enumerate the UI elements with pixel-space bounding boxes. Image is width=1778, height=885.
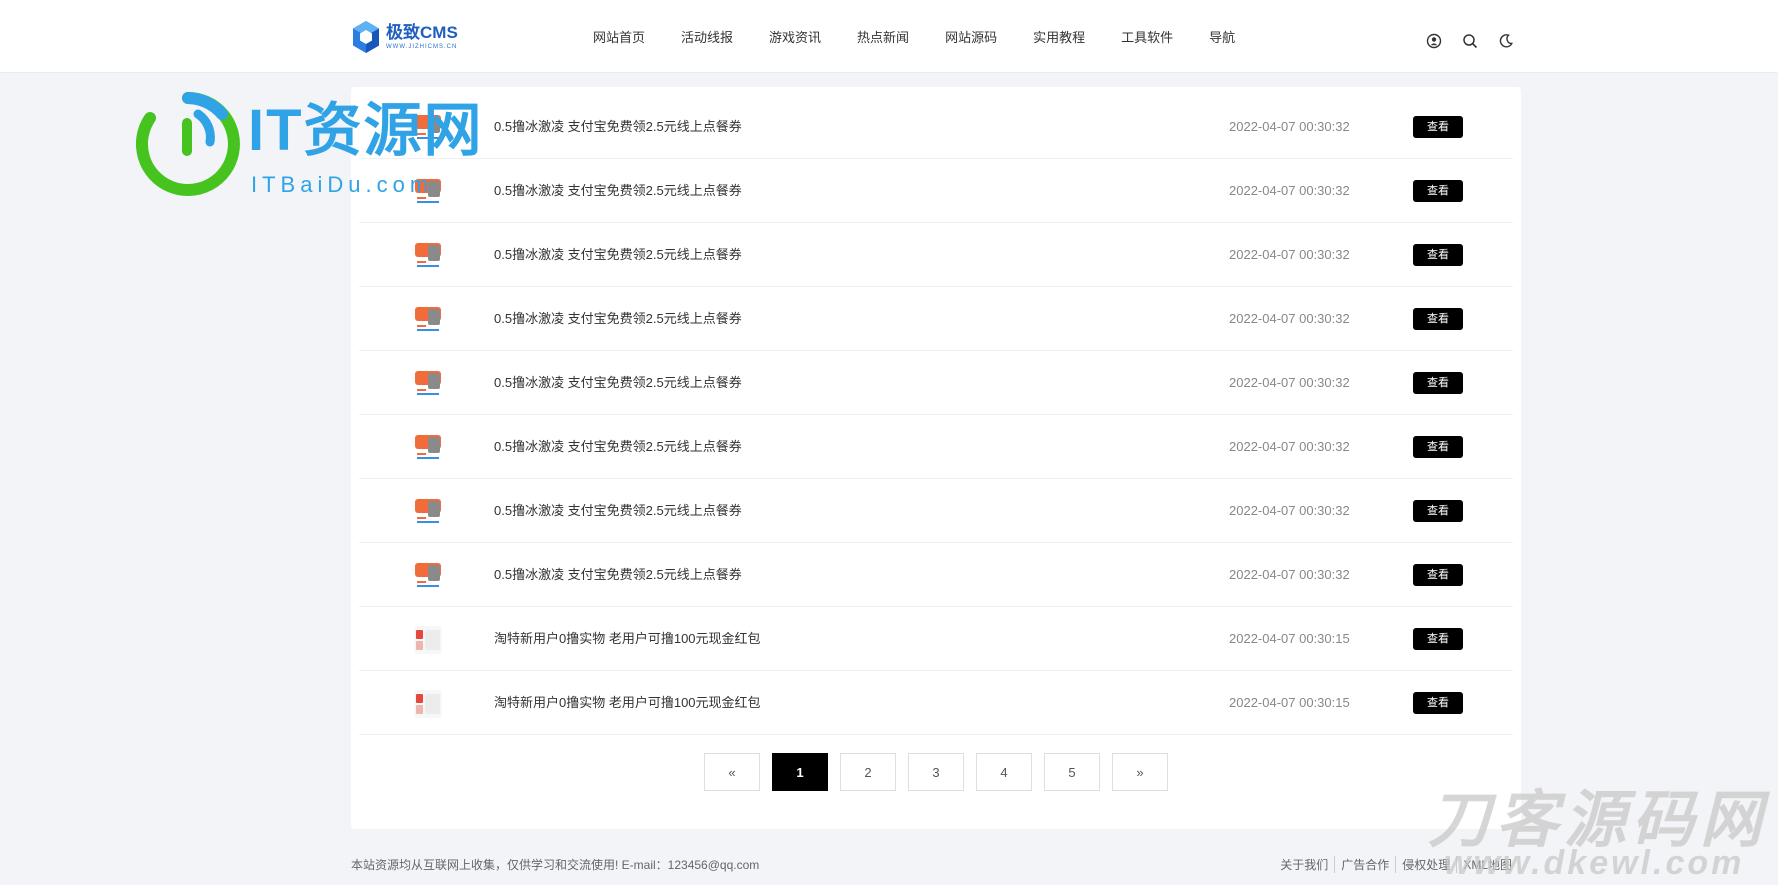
view-button[interactable]: 查看 — [1413, 372, 1463, 394]
article-thumbnail[interactable] — [414, 690, 442, 718]
article-thumbnail[interactable] — [414, 562, 442, 590]
view-button[interactable]: 查看 — [1413, 436, 1463, 458]
list-item: 0.5撸冰激凌 支付宝免费领2.5元线上点餐券 2022-04-07 00:30:… — [359, 223, 1513, 287]
article-date: 2022-04-07 00:30:32 — [1229, 119, 1350, 134]
view-button[interactable]: 查看 — [1413, 180, 1463, 202]
nav-item[interactable]: 网站源码 — [945, 27, 997, 46]
pagination-prev[interactable]: « — [704, 753, 760, 791]
footer-link[interactable]: 广告合作 — [1334, 856, 1395, 873]
article-thumbnail[interactable] — [414, 242, 442, 270]
article-date: 2022-04-07 00:30:32 — [1229, 375, 1350, 390]
article-thumbnail[interactable] — [414, 306, 442, 334]
site-logo[interactable]: 极致CMS WWW.JIZHICMS.CN — [351, 19, 458, 55]
article-title[interactable]: 0.5撸冰激凌 支付宝免费领2.5元线上点餐券 — [494, 223, 742, 287]
article-date: 2022-04-07 00:30:32 — [1229, 247, 1350, 262]
view-button[interactable]: 查看 — [1413, 692, 1463, 714]
moon-icon[interactable] — [1496, 31, 1516, 51]
watermark-logo-ring-icon — [136, 92, 240, 196]
nav-item[interactable]: 游戏资讯 — [769, 27, 821, 46]
article-date: 2022-04-07 00:30:32 — [1229, 567, 1350, 582]
header-tools — [1424, 31, 1532, 51]
article-list: 0.5撸冰激凌 支付宝免费领2.5元线上点餐券 2022-04-07 00:30:… — [359, 95, 1513, 735]
view-button[interactable]: 查看 — [1413, 244, 1463, 266]
article-thumbnail[interactable] — [414, 434, 442, 462]
nav-item[interactable]: 导航 — [1209, 27, 1235, 46]
pagination-next[interactable]: » — [1112, 753, 1168, 791]
article-thumbnail[interactable] — [414, 178, 442, 206]
main-nav: 网站首页 活动线报 游戏资讯 热点新闻 网站源码 实用教程 工具软件 导航 — [593, 0, 1271, 73]
logo-cube-icon — [353, 21, 379, 53]
nav-item[interactable]: 热点新闻 — [857, 27, 909, 46]
article-title[interactable]: 0.5撸冰激凌 支付宝免费领2.5元线上点餐券 — [494, 159, 742, 223]
list-item: 淘特新用户0撸实物 老用户可撸100元现金红包 2022-04-07 00:30:… — [359, 607, 1513, 671]
list-item: 0.5撸冰激凌 支付宝免费领2.5元线上点餐券 2022-04-07 00:30:… — [359, 95, 1513, 159]
pagination-page[interactable]: 1 — [772, 753, 828, 791]
article-date: 2022-04-07 00:30:15 — [1229, 631, 1350, 646]
nav-item[interactable]: 实用教程 — [1033, 27, 1085, 46]
list-item: 淘特新用户0撸实物 老用户可撸100元现金红包 2022-04-07 00:30:… — [359, 671, 1513, 735]
pagination-page[interactable]: 5 — [1044, 753, 1100, 791]
footer-link[interactable]: 侵权处理 — [1395, 856, 1456, 873]
logo-name: 极致CMS — [386, 23, 458, 42]
footer-links: 关于我们 广告合作 侵权处理 XML地图 — [1274, 856, 1518, 873]
article-date: 2022-04-07 00:30:15 — [1229, 695, 1350, 710]
logo-domain: WWW.JIZHICMS.CN — [386, 44, 458, 50]
list-item: 0.5撸冰激凌 支付宝免费领2.5元线上点餐券 2022-04-07 00:30:… — [359, 159, 1513, 223]
site-header: 极致CMS WWW.JIZHICMS.CN 网站首页 活动线报 游戏资讯 热点新闻 网站… — [0, 0, 1778, 73]
footer-copyright: 本站资源均从互联网上收集，仅供学习和交流使用! E-mail：123456@qq… — [351, 858, 760, 872]
pagination: « 12345 » — [351, 753, 1521, 791]
article-title[interactable]: 淘特新用户0撸实物 老用户可撸100元现金红包 — [494, 607, 761, 671]
article-title[interactable]: 0.5撸冰激凌 支付宝免费领2.5元线上点餐券 — [494, 543, 742, 607]
article-title[interactable]: 0.5撸冰激凌 支付宝免费领2.5元线上点餐券 — [494, 351, 742, 415]
article-thumbnail[interactable] — [414, 498, 442, 526]
view-button[interactable]: 查看 — [1413, 564, 1463, 586]
article-thumbnail[interactable] — [414, 370, 442, 398]
view-button[interactable]: 查看 — [1413, 308, 1463, 330]
view-button[interactable]: 查看 — [1413, 500, 1463, 522]
pagination-page[interactable]: 2 — [840, 753, 896, 791]
article-list-card: 0.5撸冰激凌 支付宝免费领2.5元线上点餐券 2022-04-07 00:30:… — [351, 87, 1521, 829]
article-title[interactable]: 淘特新用户0撸实物 老用户可撸100元现金红包 — [494, 671, 761, 735]
nav-item[interactable]: 活动线报 — [681, 27, 733, 46]
article-title[interactable]: 0.5撸冰激凌 支付宝免费领2.5元线上点餐券 — [494, 287, 742, 351]
list-item: 0.5撸冰激凌 支付宝免费领2.5元线上点餐券 2022-04-07 00:30:… — [359, 543, 1513, 607]
footer-link[interactable]: 关于我们 — [1274, 856, 1334, 873]
article-date: 2022-04-07 00:30:32 — [1229, 439, 1350, 454]
article-title[interactable]: 0.5撸冰激凌 支付宝免费领2.5元线上点餐券 — [494, 95, 742, 159]
article-date: 2022-04-07 00:30:32 — [1229, 183, 1350, 198]
pagination-page[interactable]: 3 — [908, 753, 964, 791]
footer-link[interactable]: XML地图 — [1456, 856, 1518, 873]
article-date: 2022-04-07 00:30:32 — [1229, 503, 1350, 518]
nav-item[interactable]: 工具软件 — [1121, 27, 1173, 46]
user-icon[interactable] — [1424, 31, 1444, 51]
view-button[interactable]: 查看 — [1413, 116, 1463, 138]
article-title[interactable]: 0.5撸冰激凌 支付宝免费领2.5元线上点餐券 — [494, 415, 742, 479]
view-button[interactable]: 查看 — [1413, 628, 1463, 650]
search-icon[interactable] — [1460, 31, 1480, 51]
list-item: 0.5撸冰激凌 支付宝免费领2.5元线上点餐券 2022-04-07 00:30:… — [359, 479, 1513, 543]
article-title[interactable]: 0.5撸冰激凌 支付宝免费领2.5元线上点餐券 — [494, 479, 742, 543]
list-item: 0.5撸冰激凌 支付宝免费领2.5元线上点餐券 2022-04-07 00:30:… — [359, 351, 1513, 415]
pagination-page[interactable]: 4 — [976, 753, 1032, 791]
article-thumbnail[interactable] — [414, 626, 442, 654]
list-item: 0.5撸冰激凌 支付宝免费领2.5元线上点餐券 2022-04-07 00:30:… — [359, 287, 1513, 351]
nav-item[interactable]: 网站首页 — [593, 27, 645, 46]
list-item: 0.5撸冰激凌 支付宝免费领2.5元线上点餐券 2022-04-07 00:30:… — [359, 415, 1513, 479]
article-thumbnail[interactable] — [414, 114, 442, 142]
article-date: 2022-04-07 00:30:32 — [1229, 311, 1350, 326]
